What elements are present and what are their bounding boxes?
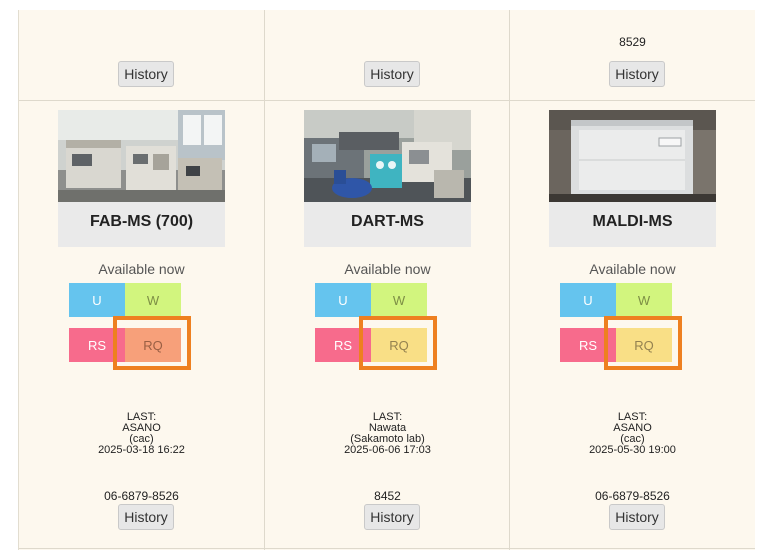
highlight-box	[604, 316, 682, 370]
last-time: 2025-06-06 17:03	[344, 444, 431, 456]
u-button[interactable]: U	[69, 283, 125, 317]
history-button[interactable]: History	[364, 61, 420, 87]
prev-instrument-cell: 8529 History	[510, 10, 755, 100]
u-button[interactable]: U	[560, 283, 616, 317]
phone-number: 06-6879-8526	[104, 489, 179, 503]
last-user-info: LAST: ASANO (cac) 2025-03-18 16:22	[19, 412, 264, 456]
availability-status: Available now	[98, 261, 185, 277]
phone-number: 06-6879-8526	[595, 489, 670, 503]
instrument-card[interactable]: DART-MS	[304, 110, 471, 247]
history-button[interactable]: History	[364, 504, 420, 530]
history-button[interactable]: History	[609, 61, 665, 87]
phone-number: 8529	[619, 35, 646, 49]
last-user-info: LAST: ASANO (cac) 2025-05-30 19:00	[510, 412, 755, 456]
highlight-box	[359, 316, 437, 370]
u-button[interactable]: U	[315, 283, 371, 317]
instrument-photo[interactable]	[549, 110, 716, 202]
last-time: 2025-05-30 19:00	[589, 444, 676, 456]
instrument-name[interactable]: FAB-MS (700)	[58, 213, 225, 231]
last-time: 2025-03-18 16:22	[98, 444, 185, 456]
highlight-box	[113, 316, 191, 370]
phone-number: 8452	[374, 489, 401, 503]
instrument-cell-dart-ms: DART-MS Available now U W RS RQ LAST: Na…	[265, 101, 510, 550]
last-user-info: LAST: Nawata (Sakamoto lab) 2025-06-06 1…	[265, 412, 510, 456]
history-button[interactable]: History	[609, 504, 665, 530]
instrument-photo[interactable]	[304, 110, 471, 202]
w-button[interactable]: W	[371, 283, 427, 317]
instrument-name[interactable]: MALDI-MS	[549, 213, 716, 231]
instrument-cell-maldi-ms: MALDI-MS Available now U W RS RQ LAST: A…	[510, 101, 755, 550]
instrument-card[interactable]: FAB-MS (700)	[58, 110, 225, 247]
availability-status: Available now	[344, 261, 431, 277]
instrument-name[interactable]: DART-MS	[304, 213, 471, 231]
prev-instrument-cell: History	[19, 10, 264, 100]
instrument-card[interactable]: MALDI-MS	[549, 110, 716, 247]
availability-status: Available now	[589, 261, 676, 277]
instrument-photo[interactable]	[58, 110, 225, 202]
prev-instrument-cell: History	[265, 10, 510, 100]
w-button[interactable]: W	[125, 283, 181, 317]
history-button[interactable]: History	[118, 504, 174, 530]
history-button[interactable]: History	[118, 61, 174, 87]
instrument-cell-fab-ms: FAB-MS (700) Available now U W RS RQ LAS…	[19, 101, 264, 550]
w-button[interactable]: W	[616, 283, 672, 317]
instrument-grid: History History 8529 History FAB-MS (700…	[18, 10, 755, 550]
